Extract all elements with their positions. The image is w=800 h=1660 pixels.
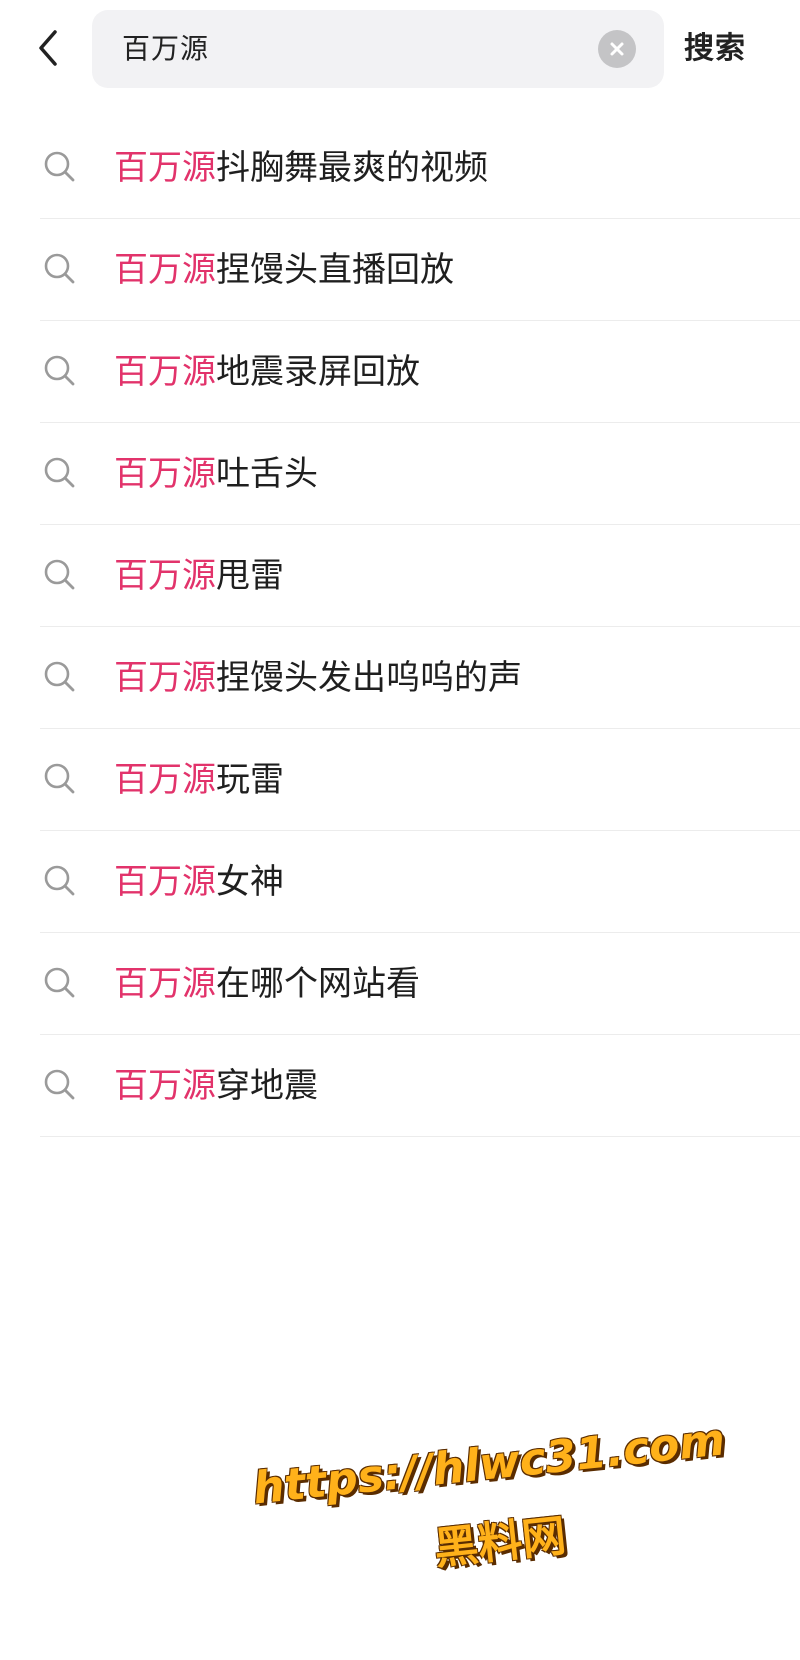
suggestion-rest: 女神 <box>216 862 284 902</box>
search-button[interactable]: 搜索 <box>684 24 746 74</box>
watermark-url: https://hlwc31.com <box>250 1414 728 1515</box>
suggestion-highlight: 百万源 <box>114 760 216 800</box>
suggestion-highlight: 百万源 <box>114 250 216 290</box>
suggestion-label: 百万源在哪个网站看 <box>114 933 420 1035</box>
search-input[interactable]: 百万源 <box>92 10 664 88</box>
suggestion-item[interactable]: 百万源穿地震 <box>40 1035 800 1137</box>
suggestion-rest: 在哪个网站看 <box>216 964 420 1004</box>
search-icon <box>44 865 75 896</box>
suggestion-highlight: 百万源 <box>114 862 216 902</box>
suggestion-label: 百万源女神 <box>114 831 284 933</box>
watermark: https://hlwc31.com 黑料网 <box>242 1392 757 1613</box>
search-icon <box>44 559 75 590</box>
suggestion-highlight: 百万源 <box>114 352 216 392</box>
suggestion-label: 百万源穿地震 <box>114 1035 318 1137</box>
suggestion-rest: 吐舌头 <box>216 454 318 494</box>
suggestion-item[interactable]: 百万源吐舌头 <box>40 423 800 525</box>
clear-search-button[interactable] <box>598 30 636 68</box>
suggestion-rest: 捏馒头发出呜呜的声 <box>216 658 522 698</box>
suggestion-item[interactable]: 百万源在哪个网站看 <box>40 933 800 1035</box>
search-icon <box>44 967 75 998</box>
suggestion-label: 百万源地震录屏回放 <box>114 321 420 423</box>
search-icon <box>44 661 75 692</box>
suggestion-highlight: 百万源 <box>114 454 216 494</box>
back-button[interactable] <box>28 26 68 70</box>
suggestion-rest: 玩雷 <box>216 760 284 800</box>
suggestion-item[interactable]: 百万源地震录屏回放 <box>40 321 800 423</box>
search-icon <box>44 1069 75 1100</box>
suggestion-rest: 抖胸舞最爽的视频 <box>216 148 488 188</box>
suggestion-label: 百万源吐舌头 <box>114 423 318 525</box>
watermark-name: 黑料网 <box>431 1510 569 1575</box>
search-icon <box>44 355 75 386</box>
suggestion-item[interactable]: 百万源甩雷 <box>40 525 800 627</box>
suggestion-item[interactable]: 百万源玩雷 <box>40 729 800 831</box>
suggestion-rest: 地震录屏回放 <box>216 352 420 392</box>
suggestion-highlight: 百万源 <box>114 658 216 698</box>
suggestion-label: 百万源捏馒头发出呜呜的声 <box>114 627 522 729</box>
suggestion-item[interactable]: 百万源捏馒头直播回放 <box>40 219 800 321</box>
suggestion-item[interactable]: 百万源女神 <box>40 831 800 933</box>
suggestion-rest: 甩雷 <box>216 556 284 596</box>
suggestion-item[interactable]: 百万源捏馒头发出呜呜的声 <box>40 627 800 729</box>
suggestion-label: 百万源捏馒头直播回放 <box>114 219 454 321</box>
clear-circle-icon <box>610 42 624 56</box>
suggestion-label: 百万源玩雷 <box>114 729 284 831</box>
search-header: 百万源 搜索 <box>0 0 800 100</box>
search-icon <box>44 457 75 488</box>
suggestion-rest: 穿地震 <box>216 1066 318 1106</box>
search-query-text: 百万源 <box>122 32 210 65</box>
suggestion-rest: 捏馒头直播回放 <box>216 250 454 290</box>
suggestion-highlight: 百万源 <box>114 964 216 1004</box>
search-icon <box>44 763 75 794</box>
suggestion-item[interactable]: 百万源抖胸舞最爽的视频 <box>40 117 800 219</box>
suggestion-list: 百万源抖胸舞最爽的视频 百万源捏馒头直播回放 百万源地震录屏回放 百万源吐舌头 百万源甩… <box>40 117 800 1137</box>
search-icon <box>44 151 75 182</box>
suggestion-label: 百万源抖胸舞最爽的视频 <box>114 117 488 219</box>
chevron-left-icon <box>39 30 57 66</box>
suggestion-highlight: 百万源 <box>114 556 216 596</box>
search-icon <box>44 253 75 284</box>
suggestion-highlight: 百万源 <box>114 148 216 188</box>
suggestion-highlight: 百万源 <box>114 1066 216 1106</box>
suggestion-label: 百万源甩雷 <box>114 525 284 627</box>
